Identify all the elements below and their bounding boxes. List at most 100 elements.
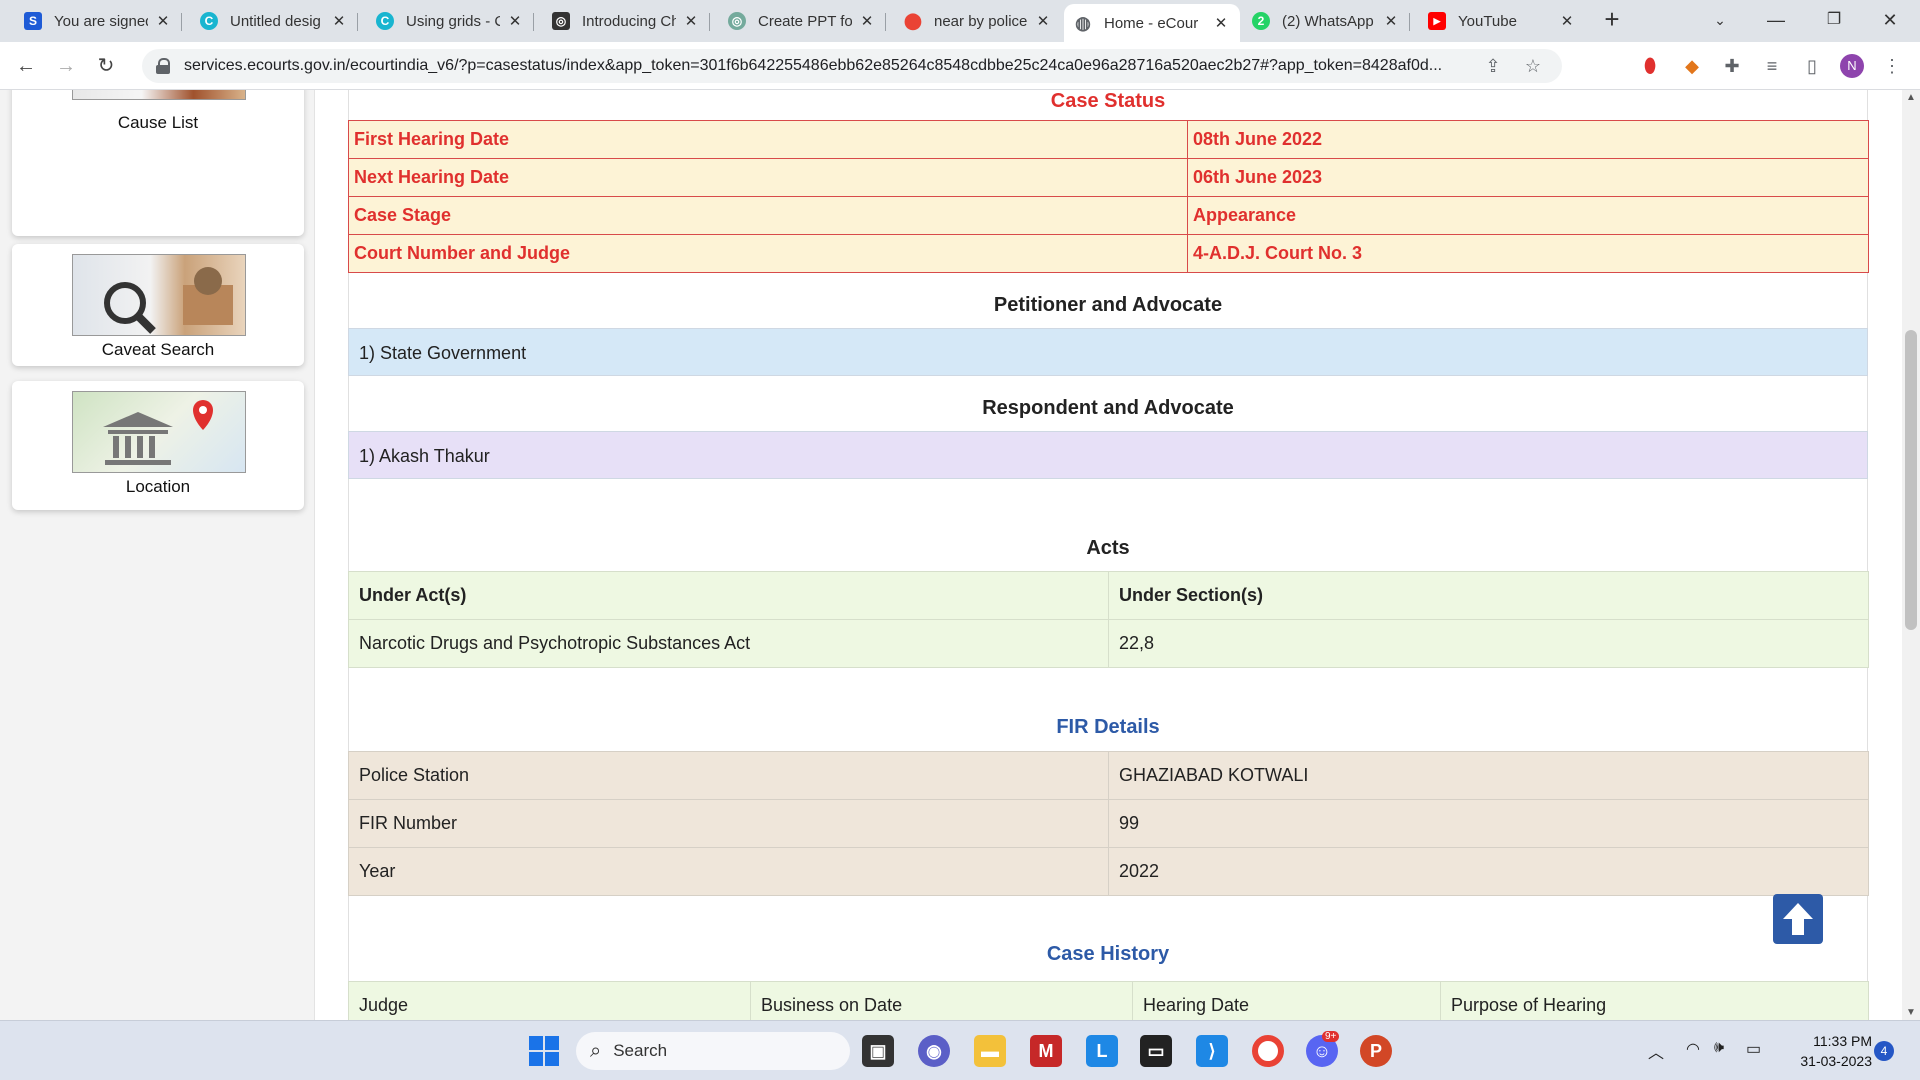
respondent-title: Respondent and Advocate — [982, 397, 1234, 419]
fir-label: Police Station — [348, 751, 1109, 800]
close-icon[interactable]: ✕ — [1558, 12, 1576, 30]
tab-title: Introducing Ch — [582, 12, 676, 30]
back-button[interactable]: ← — [12, 52, 40, 80]
table-row: Next Hearing Date 06th June 2023 — [348, 158, 1869, 197]
tab-title: You are signed — [54, 12, 148, 30]
forward-button[interactable]: → — [52, 52, 80, 80]
search-label: Search — [613, 1041, 668, 1060]
file-explorer-icon[interactable]: ▬ — [974, 1035, 1006, 1067]
tab-home-ecourts[interactable]: ◍ Home - eCour ✕ — [1064, 4, 1240, 42]
scroll-up-arrow-icon[interactable]: ▲ — [1902, 92, 1920, 103]
task-view-icon[interactable]: ▣ — [862, 1035, 894, 1067]
globe-icon: ◍ — [1075, 12, 1091, 33]
tab-introducing-chatgpt[interactable]: ◎ Introducing Ch ✕ — [542, 4, 710, 38]
bookmark-star-icon[interactable]: ☆ — [1522, 56, 1544, 77]
table-row: Case Stage Appearance — [348, 196, 1869, 235]
respondent-entry: 1) Akash Thakur — [348, 431, 1868, 479]
search-icon: ⌕ — [590, 1039, 602, 1062]
browser-tabstrip: S You are signed ✕ C Untitled desig ✕ C … — [0, 0, 1920, 42]
tab-title: Create PPT for — [758, 12, 852, 30]
sidebar-item-cause-list[interactable]: Cause List — [12, 90, 304, 236]
case-status-title: Case Status — [1050, 90, 1166, 112]
omnibox[interactable]: services.ecourts.gov.in/ecourtindia_v6/?… — [142, 49, 1562, 83]
address-toolbar: ← → ↻ services.ecourts.gov.in/ecourtindi… — [0, 42, 1920, 90]
status-value: 08th June 2022 — [1187, 120, 1869, 159]
notification-badge[interactable]: 4 — [1874, 1041, 1894, 1061]
url-text[interactable]: services.ecourts.gov.in/ecourtindia_v6/?… — [184, 57, 1482, 75]
close-window-button[interactable]: ✕ — [1870, 0, 1910, 40]
lock-icon[interactable] — [156, 58, 170, 74]
minimize-button[interactable]: — — [1756, 0, 1796, 40]
wifi-icon[interactable]: ◠ — [1686, 1039, 1700, 1059]
act-name: Narcotic Drugs and Psychotropic Substanc… — [348, 619, 1109, 668]
chrome-icon[interactable] — [1252, 1035, 1284, 1067]
vscode-icon[interactable]: ⟩ — [1196, 1035, 1228, 1067]
tab-create-ppt[interactable]: ◎ Create PPT for ✕ — [718, 4, 886, 38]
close-icon[interactable]: ✕ — [1382, 12, 1400, 30]
scroll-to-top-button[interactable] — [1773, 894, 1823, 944]
sidebar-item-label: Location — [125, 477, 191, 496]
tray-overflow-chevron-icon[interactable]: ︿ — [1648, 1039, 1664, 1063]
arrow-up-icon — [1783, 903, 1813, 935]
scroll-down-arrow-icon[interactable]: ▼ — [1902, 1007, 1920, 1018]
s-favicon-icon: S — [24, 12, 42, 30]
tab-search-chevron-icon[interactable]: ⌄ — [1700, 0, 1740, 40]
l-app-icon[interactable]: L — [1086, 1035, 1118, 1067]
extensions-puzzle-icon[interactable]: ✚ — [1720, 54, 1744, 78]
close-icon[interactable]: ✕ — [1212, 14, 1230, 32]
magnifier-icon — [104, 267, 233, 334]
tab-title: Untitled desig — [230, 12, 321, 30]
fir-value: 2022 — [1108, 847, 1869, 896]
taskbar-search[interactable]: ⌕ Search — [576, 1032, 850, 1070]
share-icon[interactable]: ⇪ — [1482, 56, 1504, 77]
windows-taskbar: ⌕ Search ▣ ◉ ▬ M L ▭ ⟩ ☺ 9+ P ︿ ◠ 🕪 ▭ 11… — [0, 1020, 1920, 1080]
media-queue-icon[interactable]: ≡ — [1760, 54, 1784, 78]
powerpoint-icon[interactable]: P — [1360, 1035, 1392, 1067]
close-icon[interactable]: ✕ — [330, 12, 348, 30]
sidebar-item-caveat-search[interactable]: Caveat Search — [12, 244, 304, 366]
tab-maps-police[interactable]: ⬤ near by police ✕ — [894, 4, 1062, 38]
side-panel-icon[interactable]: ▯ — [1800, 54, 1824, 78]
caveat-search-thumbnail — [72, 254, 246, 336]
terminal-icon[interactable]: ▭ — [1140, 1035, 1172, 1067]
tab-canva-untitled[interactable]: C Untitled desig ✕ — [190, 4, 358, 38]
page-scrollbar[interactable]: ▲ ▼ — [1902, 90, 1920, 1020]
metamask-extension-icon[interactable]: ◆ — [1680, 54, 1704, 78]
tab-canva-grids[interactable]: C Using grids - C ✕ — [366, 4, 534, 38]
status-value: 4-A.D.J. Court No. 3 — [1187, 234, 1869, 273]
sidebar-item-location[interactable]: Location — [12, 381, 304, 510]
teams-chat-icon[interactable]: ◉ — [918, 1035, 950, 1067]
column-header: Hearing Date — [1132, 981, 1441, 1020]
petitioner-title: Petitioner and Advocate — [993, 294, 1223, 316]
tab-signed-in[interactable]: S You are signed ✕ — [14, 4, 182, 38]
table-row: Year 2022 — [348, 847, 1869, 896]
restore-button[interactable]: ❐ — [1814, 0, 1854, 40]
status-value: 06th June 2023 — [1187, 158, 1869, 197]
close-icon[interactable]: ✕ — [1034, 12, 1052, 30]
tab-title: near by police — [934, 12, 1028, 30]
table-row: Court Number and Judge 4-A.D.J. Court No.… — [348, 234, 1869, 273]
table-row: Police Station GHAZIABAD KOTWALI — [348, 751, 1869, 800]
menu-kebab-icon[interactable]: ⋮ — [1880, 54, 1904, 78]
scrollbar-thumb[interactable] — [1905, 330, 1917, 630]
close-icon[interactable]: ✕ — [858, 12, 876, 30]
battery-icon[interactable]: ▭ — [1746, 1039, 1761, 1059]
status-label: Next Hearing Date — [348, 158, 1188, 197]
reload-button[interactable]: ↻ — [92, 52, 120, 80]
start-windows-icon[interactable] — [528, 1035, 560, 1067]
mcafee-icon[interactable]: M — [1030, 1035, 1062, 1067]
fir-label: Year — [348, 847, 1109, 896]
close-icon[interactable]: ✕ — [154, 12, 172, 30]
close-icon[interactable]: ✕ — [682, 12, 700, 30]
case-history-title: Case History — [1046, 943, 1170, 965]
fir-table: Police Station GHAZIABAD KOTWALI FIR Numb… — [348, 751, 1869, 896]
tab-youtube[interactable]: ▶ YouTube ✕ — [1418, 4, 1586, 38]
system-clock[interactable]: 11:33 PM 31-03-2023 — [1782, 1031, 1872, 1071]
column-header: Judge — [348, 981, 751, 1020]
new-tab-button[interactable]: + — [1598, 6, 1626, 34]
close-icon[interactable]: ✕ — [506, 12, 524, 30]
profile-avatar[interactable]: N — [1840, 54, 1864, 78]
tab-whatsapp[interactable]: 2 (2) WhatsApp ✕ — [1242, 4, 1410, 38]
volume-icon[interactable]: 🕪 — [1714, 1039, 1724, 1057]
opera-extension-icon[interactable]: ⬮ — [1638, 54, 1662, 78]
